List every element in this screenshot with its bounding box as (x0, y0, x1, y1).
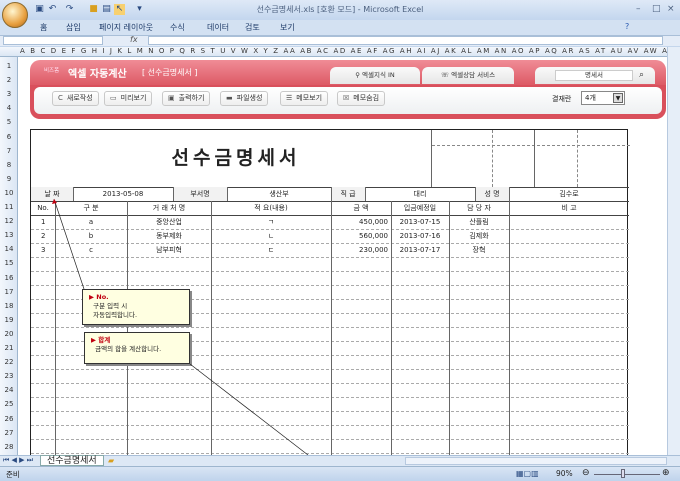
zoom-level[interactable]: 90% (556, 469, 573, 478)
row-header[interactable]: 2 (0, 76, 18, 84)
row-header[interactable]: 1 (0, 62, 18, 70)
row-header[interactable]: 21 (0, 344, 18, 352)
close-button[interactable]: × (667, 4, 675, 14)
tab-formulas[interactable]: 수식 (170, 22, 185, 33)
row-header[interactable]: 12 (0, 217, 18, 225)
row-header[interactable]: 14 (0, 245, 18, 253)
tab-home[interactable]: 홈 (40, 22, 47, 33)
tab-page-layout[interactable]: 페이지 레이아웃 (99, 22, 153, 33)
zoom-slider-thumb[interactable] (621, 469, 625, 478)
row-header[interactable]: 15 (0, 259, 18, 267)
row-header[interactable]: 26 (0, 415, 18, 423)
tab-review[interactable]: 검토 (245, 22, 260, 33)
memo-connectors (52, 198, 309, 455)
insert-sheet-icon[interactable]: ▰ (108, 456, 114, 465)
row-headers[interactable]: 1 2 3 4 5 6 7 8 9 10 11 12 13 14 15 16 17 18 19 20 21 22 23 24 2… (0, 57, 18, 455)
row-header[interactable]: 11 (0, 203, 18, 211)
tab-insert[interactable]: 삽입 (66, 22, 81, 33)
formula-input[interactable] (148, 36, 663, 45)
row-header[interactable]: 3 (0, 90, 18, 98)
row-header[interactable]: 5 (0, 118, 18, 126)
help-icon[interactable]: ? (625, 22, 629, 31)
row-header[interactable]: 27 (0, 429, 18, 437)
row-header[interactable]: 16 (0, 274, 18, 282)
sheet-tab-active[interactable]: 선수금명세서 (40, 455, 104, 466)
row-header[interactable]: 19 (0, 316, 18, 324)
view-buttons[interactable]: ▦▢▥ (516, 469, 539, 478)
row-header[interactable]: 18 (0, 302, 18, 310)
zoom-slider[interactable] (594, 474, 660, 475)
status-ready: 준비 (6, 470, 20, 479)
row-header[interactable]: 20 (0, 330, 18, 338)
column-headers[interactable]: A B C D E F G H I J K L M N O P Q R S T … (0, 47, 667, 57)
row-header[interactable]: 8 (0, 161, 18, 169)
zoom-in-icon[interactable]: ⊕ (662, 468, 670, 478)
row-header[interactable]: 4 (0, 104, 18, 112)
status-bar: 준비 ▦▢▥ 90% ⊖ ⊕ (0, 466, 680, 481)
row-header[interactable]: 25 (0, 400, 18, 408)
window-title: 선수금명세서.xls [호환 모드] - Microsoft Excel (256, 5, 424, 14)
row-header[interactable]: 22 (0, 358, 18, 366)
maximize-button[interactable]: □ (652, 4, 661, 14)
sheet-tab-bar: ⏮ ◀ ▶ ⏭ 선수금명세서 ▰ (0, 455, 680, 466)
tab-view[interactable]: 보기 (280, 22, 295, 33)
row-header[interactable]: 28 (0, 443, 18, 451)
worksheet-grid[interactable]: 비즈폼 엑셀 자동계산 [ 선수금명세서 ] ⚲ 엑셀지식 IN ☏ 엑셀상담 … (18, 57, 667, 455)
row-header[interactable]: 17 (0, 288, 18, 296)
row-header[interactable]: 24 (0, 386, 18, 394)
row-header[interactable]: 7 (0, 147, 18, 155)
minimize-button[interactable]: – (636, 4, 641, 14)
name-box[interactable] (3, 36, 103, 45)
row-header[interactable]: 6 (0, 133, 18, 141)
horizontal-scrollbar[interactable] (405, 457, 667, 465)
row-header[interactable]: 13 (0, 231, 18, 239)
zoom-out-icon[interactable]: ⊖ (582, 468, 590, 478)
row-header[interactable]: 10 (0, 189, 18, 197)
sheet-nav-icons[interactable]: ⏮ ◀ ▶ ⏭ (3, 456, 33, 465)
row-header[interactable]: 23 (0, 372, 18, 380)
row-header[interactable]: 9 (0, 175, 18, 183)
insert-function-icon[interactable]: fx (130, 35, 138, 44)
tab-data[interactable]: 데이터 (207, 22, 229, 33)
vertical-scrollbar[interactable] (667, 47, 680, 455)
office-button[interactable] (2, 2, 28, 28)
